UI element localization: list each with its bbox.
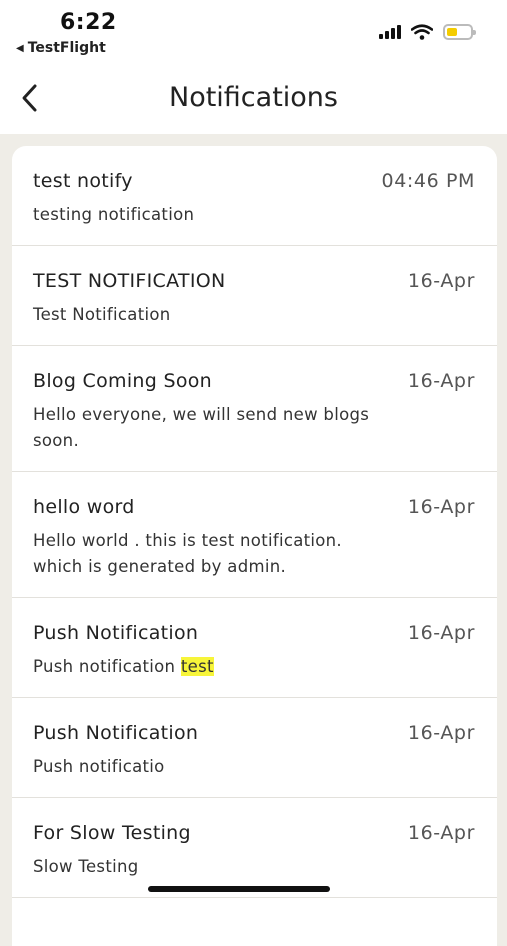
page-title: Notifications — [169, 82, 338, 113]
back-app-label: TestFlight — [27, 40, 106, 56]
notification-date: 16-Apr — [407, 622, 475, 644]
back-to-app-link[interactable]: ◀ TestFlight — [16, 40, 106, 56]
notification-date: 16-Apr — [407, 722, 475, 744]
notification-body: Push notification test — [33, 654, 393, 680]
notification-item[interactable]: Blog Coming Soon 16-Apr Hello everyone, … — [12, 346, 497, 472]
notification-item[interactable]: hello word 16-Apr Hello world . this is … — [12, 472, 497, 598]
notification-title: Push Notification — [33, 722, 199, 744]
notification-date: 16-Apr — [407, 370, 475, 392]
notification-title: For Slow Testing — [33, 822, 191, 844]
header: 6:22 ◀ TestFlight Notifications — [0, 0, 507, 134]
notification-item[interactable]: TEST NOTIFICATION 16-Apr Test Notificati… — [12, 246, 497, 346]
highlighted-text: test — [180, 657, 214, 676]
notification-body: Test Notification — [33, 305, 171, 324]
notification-date: 16-Apr — [407, 496, 475, 518]
status-icons — [379, 24, 476, 40]
notification-body: testing notification — [33, 205, 195, 224]
battery-icon — [443, 24, 476, 40]
status-time: 6:22 — [60, 10, 117, 35]
notification-body-text: Push notification — [33, 657, 181, 676]
wifi-icon — [411, 24, 433, 40]
notification-item[interactable]: Push Notification 16-Apr Push notificati… — [12, 698, 497, 798]
home-indicator[interactable] — [148, 886, 330, 892]
notification-title: TEST NOTIFICATION — [33, 270, 226, 292]
signal-icon — [379, 25, 401, 39]
notification-title: Push Notification — [33, 622, 199, 644]
notification-date: 16-Apr — [407, 822, 475, 844]
notification-list: test notify 04:46 PM testing notificatio… — [12, 146, 497, 946]
notification-body: Hello world . this is test notification.… — [33, 531, 342, 576]
notification-date: 04:46 PM — [381, 170, 475, 192]
notification-item[interactable]: For Slow Testing 16-Apr Slow Testing — [12, 798, 497, 898]
back-triangle-icon: ◀ — [16, 42, 24, 54]
notification-item[interactable]: test notify 04:46 PM testing notificatio… — [12, 146, 497, 246]
notification-item[interactable]: Push Notification 16-Apr Push notificati… — [12, 598, 497, 698]
notification-title: Blog Coming Soon — [33, 370, 213, 392]
notification-body: Hello everyone, we will send new blogs s… — [33, 405, 370, 450]
notification-title: hello word — [33, 496, 135, 518]
notification-title: test notify — [33, 170, 133, 192]
notification-date: 16-Apr — [407, 270, 475, 292]
notification-body: Slow Testing — [33, 857, 139, 876]
notification-body: Push notificatio — [33, 757, 165, 776]
